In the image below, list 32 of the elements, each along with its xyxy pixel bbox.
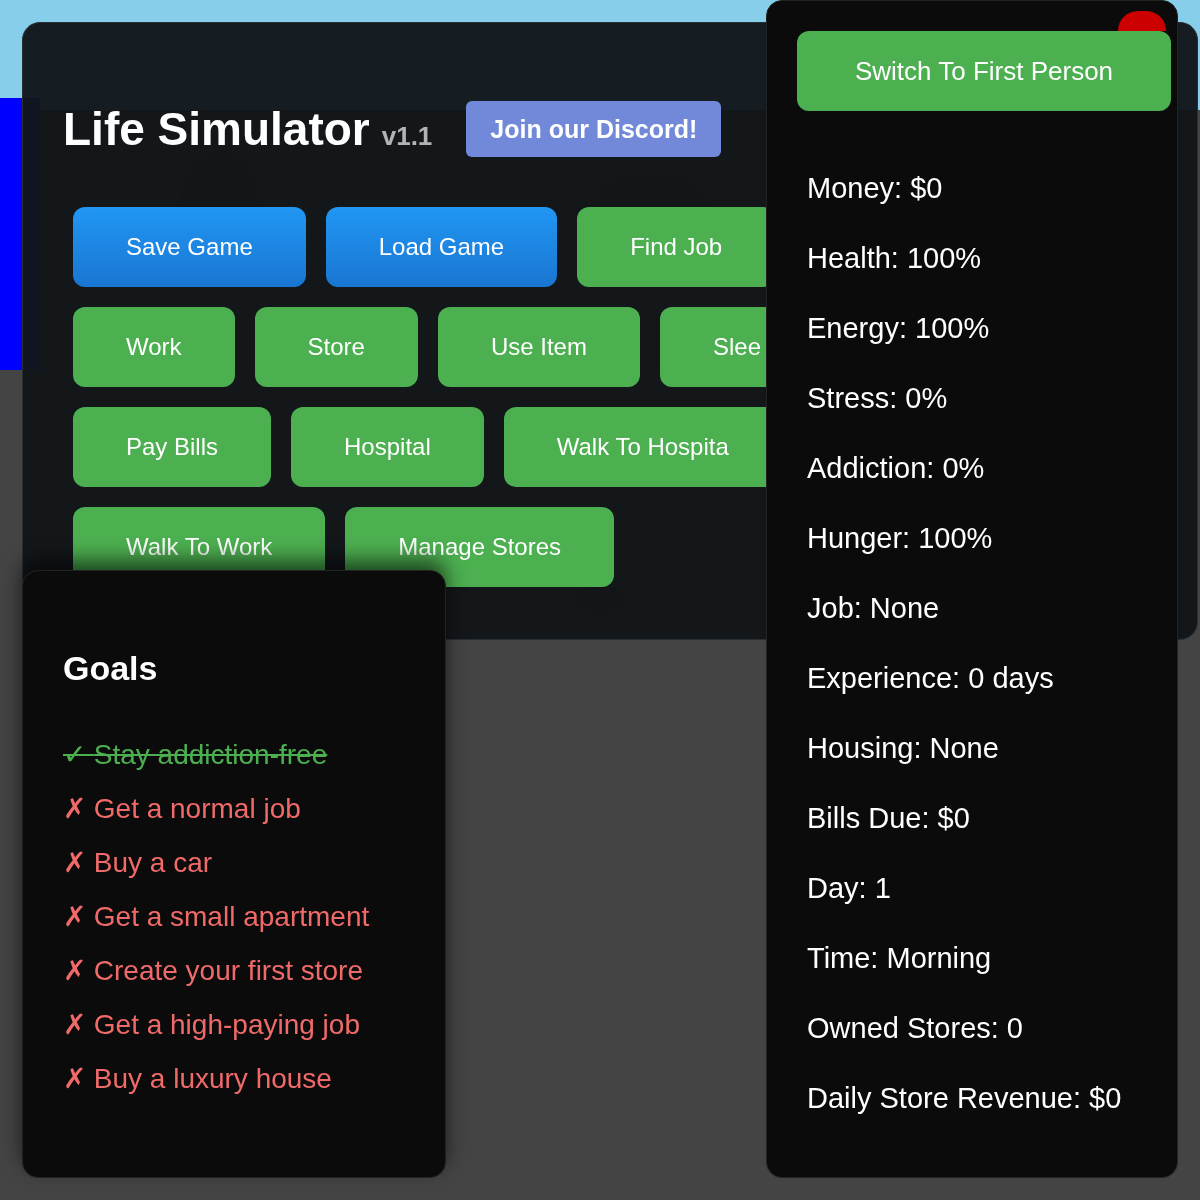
goals-title: Goals	[63, 649, 159, 688]
goal-item: ✗ Buy a car	[63, 846, 214, 880]
stat-line: Health: 100%	[807, 241, 983, 276]
action-button[interactable]: Save Game	[73, 207, 306, 287]
goal-item: ✓ Stay addiction-free	[63, 738, 329, 772]
stat-line: Owned Stores: 0	[807, 1011, 1024, 1046]
goal-item: ✗ Get a normal job	[63, 792, 302, 826]
version-label: v1.1	[381, 121, 433, 152]
stat-line: Bills Due: $0	[807, 801, 971, 836]
stat-line: Experience: 0 days	[807, 661, 1055, 696]
stat-line: Hunger: 100%	[807, 521, 994, 556]
stat-line: Daily Store Revenue: $0	[807, 1081, 1123, 1116]
action-button[interactable]: Use Item	[437, 307, 640, 387]
action-button[interactable]: Pay Bills	[73, 407, 272, 487]
goal-item: ✗ Get a small apartment	[63, 900, 371, 934]
goal-item: ✗ Buy a luxury house	[63, 1062, 333, 1096]
stat-line: Time: Morning	[807, 941, 993, 976]
stat-line: Day: 1	[807, 871, 892, 906]
action-button[interactable]: Load Game	[325, 207, 558, 287]
switch-view-button[interactable]: Switch To First Person	[797, 31, 1171, 111]
discord-button[interactable]: Join our Discord!	[466, 101, 722, 157]
action-button[interactable]: Work	[73, 307, 235, 387]
game-title: Life Simulator	[63, 102, 370, 156]
goal-item: ✗ Get a high-paying job	[63, 1008, 361, 1042]
stat-line: Job: None	[807, 591, 941, 626]
action-button[interactable]: Hospital	[291, 407, 484, 487]
action-button[interactable]: Store	[254, 307, 418, 387]
stat-line: Housing: None	[807, 731, 1000, 766]
stat-line: Money: $0	[807, 171, 944, 206]
stat-line: Addiction: 0%	[807, 451, 986, 486]
goal-item: ✗ Create your first store	[63, 954, 364, 988]
action-button[interactable]: Manage Stores	[345, 507, 614, 587]
